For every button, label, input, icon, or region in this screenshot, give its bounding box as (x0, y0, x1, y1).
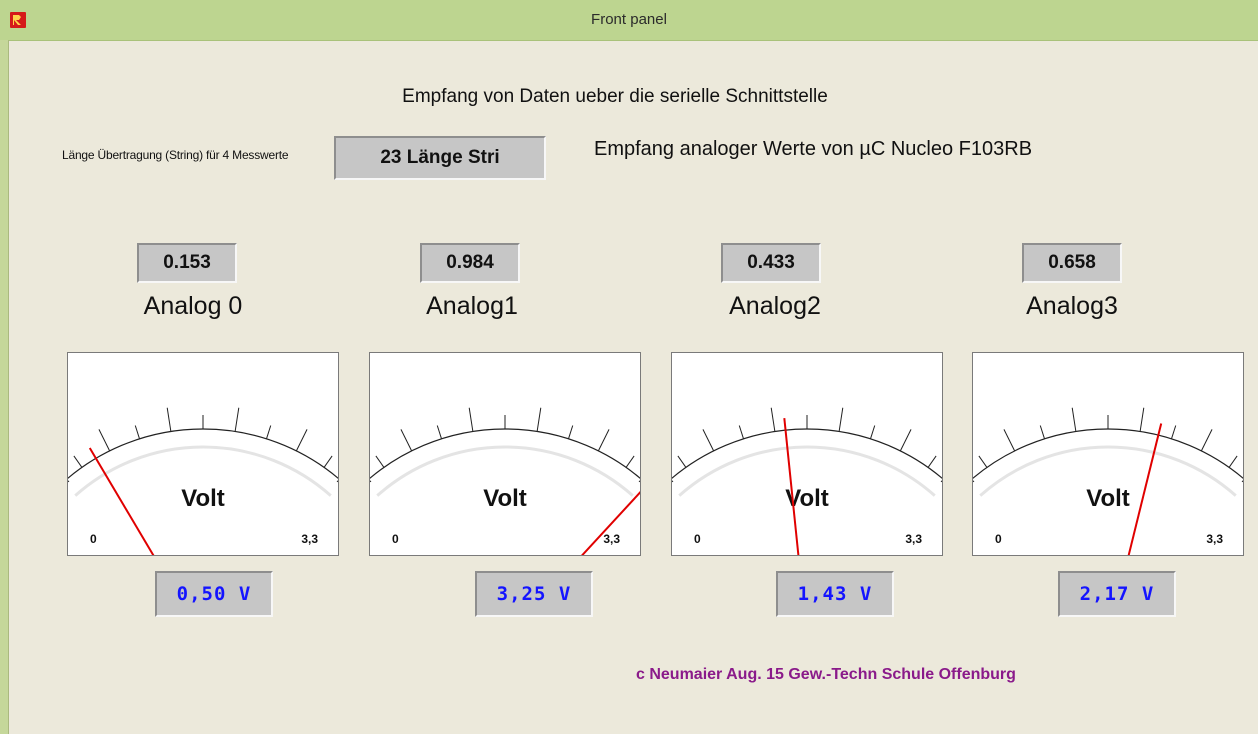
meter-min-label: 0 (392, 532, 399, 546)
meter-scale-arc (973, 428, 1243, 479)
meter-major-tick (166, 407, 172, 432)
meter-arc-end-left (370, 480, 372, 483)
meter-major-tick (899, 429, 912, 452)
meter-scale-arc (370, 428, 640, 479)
channel-label-3: Analog3 (1026, 292, 1118, 320)
meter-max-label: 3,3 (301, 532, 318, 546)
meter-major-tick (98, 429, 111, 452)
meter-minor-tick (870, 425, 876, 439)
voltage-indicator-1[interactable]: 3,25 V (475, 571, 593, 617)
voltage-indicator-2[interactable]: 1,43 V (776, 571, 894, 617)
meter-major-tick (702, 429, 715, 452)
meter-minor-tick (436, 425, 442, 439)
meter-minor-tick (978, 455, 988, 468)
panel-subheading: Empfang analoger Werte von µC Nucleo F10… (594, 138, 1033, 160)
meter-major-tick (536, 407, 542, 432)
meter-major-tick (770, 407, 776, 432)
meter-arc-end-right (638, 480, 640, 483)
meter-major-tick (1071, 407, 1077, 432)
voltage-indicator-0[interactable]: 0,50 V (155, 571, 273, 617)
meter-arc-end-right (940, 480, 942, 483)
window-left-border (0, 40, 9, 734)
meter-arc-end-right (336, 480, 338, 483)
channel-label-1: Analog1 (426, 292, 518, 320)
meter-scale-arc (672, 428, 942, 479)
raw-value-indicator-3[interactable]: 0.658 (1022, 243, 1122, 283)
meter-minor-tick (73, 455, 83, 468)
meter-needle[interactable] (561, 476, 640, 555)
meter-minor-tick (677, 455, 687, 468)
meter-min-label: 0 (995, 532, 1002, 546)
meter-major-tick (400, 429, 413, 452)
meter-minor-tick (266, 425, 272, 439)
window-title: Front panel (591, 11, 667, 28)
meter-major-tick (1003, 429, 1016, 452)
meter-minor-tick (1039, 425, 1045, 439)
meter-needle[interactable] (1127, 423, 1163, 555)
channel-label-0: Analog 0 (143, 292, 243, 320)
meter-major-tick (234, 407, 240, 432)
length-label: Länge Übertragung (String) für 4 Messwer… (62, 148, 289, 162)
raw-value-indicator-1[interactable]: 0.984 (420, 243, 520, 283)
window-titlebar[interactable]: Front panel (0, 0, 1258, 41)
meter-minor-tick (1171, 425, 1177, 439)
meter-unit-label: Volt (483, 485, 527, 512)
meter-max-label: 3,3 (905, 532, 922, 546)
meter-arc-end-left (672, 480, 674, 483)
raw-value-indicator-2[interactable]: 0.433 (721, 243, 821, 283)
credit-text: c Neumaier Aug. 15 Gew.-Techn Schule Off… (636, 666, 1016, 683)
meter-unit-label: Volt (1086, 485, 1130, 512)
meter-max-label: 3,3 (603, 532, 620, 546)
meter-major-tick (1200, 429, 1213, 452)
meter-minor-tick (375, 455, 385, 468)
meter-minor-tick (927, 455, 937, 468)
meter-arc-end-right (1241, 480, 1243, 483)
channel-label-2: Analog2 (729, 292, 821, 320)
meter-minor-tick (1228, 455, 1238, 468)
meter-major-tick (838, 407, 844, 432)
meter-max-label: 3,3 (1206, 532, 1223, 546)
length-string-indicator[interactable]: 23 Länge Stri (334, 136, 546, 180)
meter-arc-end-left (68, 480, 70, 483)
meter-minor-tick (323, 455, 333, 468)
volt-meter-2[interactable]: Volt 0 3,3 (671, 352, 943, 556)
meter-minor-tick (568, 425, 574, 439)
meter-unit-label: Volt (181, 485, 225, 512)
raw-value-indicator-0[interactable]: 0.153 (137, 243, 237, 283)
volt-meter-3[interactable]: Volt 0 3,3 (972, 352, 1244, 556)
voltage-indicator-3[interactable]: 2,17 V (1058, 571, 1176, 617)
volt-meter-1[interactable]: Volt 0 3,3 (369, 352, 641, 556)
meter-min-label: 0 (694, 532, 701, 546)
meter-major-tick (295, 429, 308, 452)
meter-major-tick (468, 407, 474, 432)
meter-major-tick (1139, 407, 1145, 432)
meter-minor-tick (625, 455, 635, 468)
meter-minor-tick (134, 425, 140, 439)
panel-heading: Empfang von Daten ueber die serielle Sch… (402, 86, 828, 107)
volt-meter-0[interactable]: Volt 0 3,3 (67, 352, 339, 556)
meter-minor-tick (738, 425, 744, 439)
meter-major-tick (597, 429, 610, 452)
meter-min-label: 0 (90, 532, 97, 546)
meter-arc-end-left (973, 480, 975, 483)
